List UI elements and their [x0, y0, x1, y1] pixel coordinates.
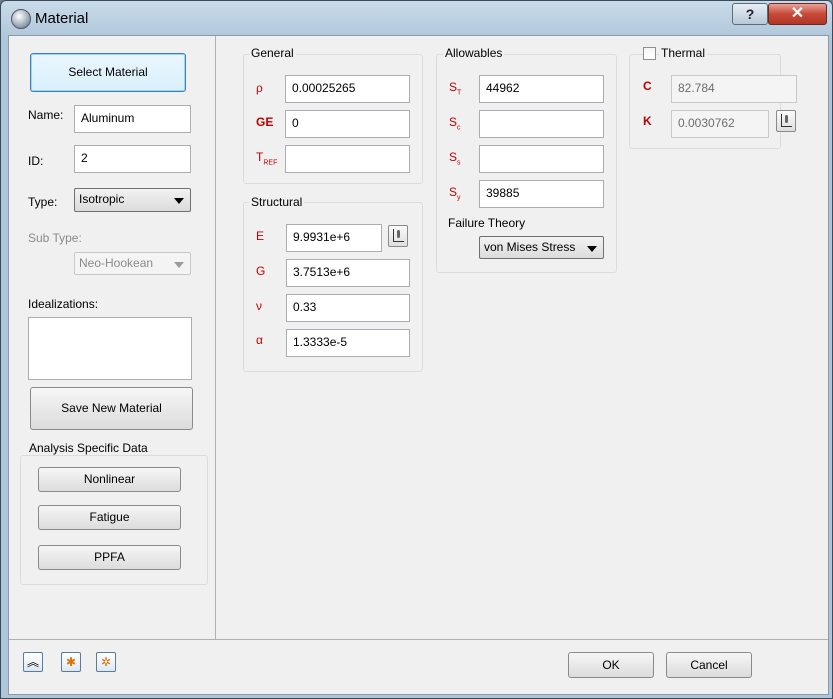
st-symbol: ST — [449, 80, 462, 97]
alpha-field[interactable]: 1.3333e-5 — [286, 329, 410, 357]
nonlinear-button[interactable]: Nonlinear — [38, 467, 181, 492]
material-dialog: Material ? ✕ Select Material Name: Alumi… — [0, 0, 833, 699]
temperature-chart-icon[interactable] — [776, 110, 796, 132]
subtype-select: Neo-Hookean — [74, 252, 191, 275]
name-label: Name: — [28, 108, 64, 122]
ok-button[interactable]: OK — [568, 652, 654, 678]
sy-symbol: Sy — [449, 185, 461, 202]
c-field: 82.784 — [671, 75, 797, 103]
nu-symbol: ν — [256, 299, 262, 313]
rho-symbol: ρ — [256, 81, 263, 95]
chevron-down-icon — [587, 246, 597, 252]
close-button[interactable]: ✕ — [768, 3, 827, 25]
app-icon — [11, 9, 31, 29]
idealizations-label: Idealizations: — [28, 297, 99, 311]
title-bar[interactable]: Material ? ✕ — [1, 1, 832, 35]
st-field[interactable]: 44962 — [479, 75, 604, 103]
fatigue-button[interactable]: Fatigue — [38, 505, 181, 530]
cancel-button[interactable]: Cancel — [666, 652, 752, 678]
ss-field[interactable] — [479, 145, 604, 173]
tref-symbol: TREF — [256, 150, 278, 167]
thermal-checkbox[interactable] — [643, 47, 656, 60]
chevron-down-icon — [174, 198, 184, 204]
vertical-divider — [215, 36, 216, 639]
collapse-icon[interactable]: ︽ — [23, 652, 43, 672]
sc-symbol: Sc — [449, 115, 461, 132]
help-button[interactable]: ? — [732, 3, 768, 25]
analysis-specific-title: Analysis Specific Data — [27, 441, 150, 455]
general-title: General — [249, 46, 296, 60]
k-field: 0.0030762 — [671, 110, 769, 138]
save-new-material-button[interactable]: Save New Material — [30, 387, 193, 430]
nu-field[interactable]: 0.33 — [286, 294, 410, 322]
temperature-chart-icon[interactable] — [388, 225, 408, 247]
thermal-title: Thermal — [659, 46, 708, 60]
allowables-title: Allowables — [443, 46, 505, 60]
structural-title: Structural — [249, 195, 305, 209]
id-label: ID: — [28, 154, 44, 168]
ge-symbol: GE — [256, 115, 274, 129]
subtype-label: Sub Type: — [28, 231, 82, 245]
id-field[interactable]: 2 — [74, 145, 191, 173]
failure-theory-select[interactable]: von Mises Stress — [479, 236, 604, 259]
window-title: Material — [35, 10, 89, 27]
g-symbol: G — [256, 264, 266, 278]
type-select-value: Isotropic — [79, 192, 125, 206]
idealizations-list[interactable] — [28, 317, 192, 380]
e-symbol: E — [256, 229, 265, 243]
ss-symbol: Ss — [449, 150, 461, 167]
name-field[interactable]: Aluminum — [74, 105, 191, 133]
tref-field[interactable] — [285, 145, 410, 173]
multi-star-icon[interactable]: ✲ — [96, 652, 116, 672]
sc-field[interactable] — [479, 110, 604, 138]
sy-field[interactable]: 39885 — [479, 180, 604, 208]
ppfa-button[interactable]: PPFA — [38, 545, 181, 570]
type-label: Type: — [28, 195, 58, 209]
type-select[interactable]: Isotropic — [74, 188, 191, 212]
dialog-body: Select Material Name: Aluminum ID: 2 Typ… — [8, 35, 829, 695]
failure-theory-value: von Mises Stress — [484, 240, 576, 254]
failure-theory-label: Failure Theory — [448, 216, 526, 230]
g-field[interactable]: 3.7513e+6 — [286, 259, 410, 287]
e-field[interactable]: 9.9931e+6 — [286, 224, 382, 252]
k-symbol: K — [643, 114, 652, 128]
star-icon[interactable]: ✱ — [61, 652, 81, 672]
subtype-select-value: Neo-Hookean — [79, 256, 154, 270]
c-symbol: C — [643, 79, 652, 93]
ge-field[interactable]: 0 — [285, 110, 410, 138]
alpha-symbol: α — [256, 333, 263, 347]
select-material-button[interactable]: Select Material — [30, 53, 186, 92]
chevron-down-icon — [174, 262, 184, 268]
rho-field[interactable]: 0.00025265 — [285, 75, 410, 103]
footer-divider — [9, 639, 828, 640]
